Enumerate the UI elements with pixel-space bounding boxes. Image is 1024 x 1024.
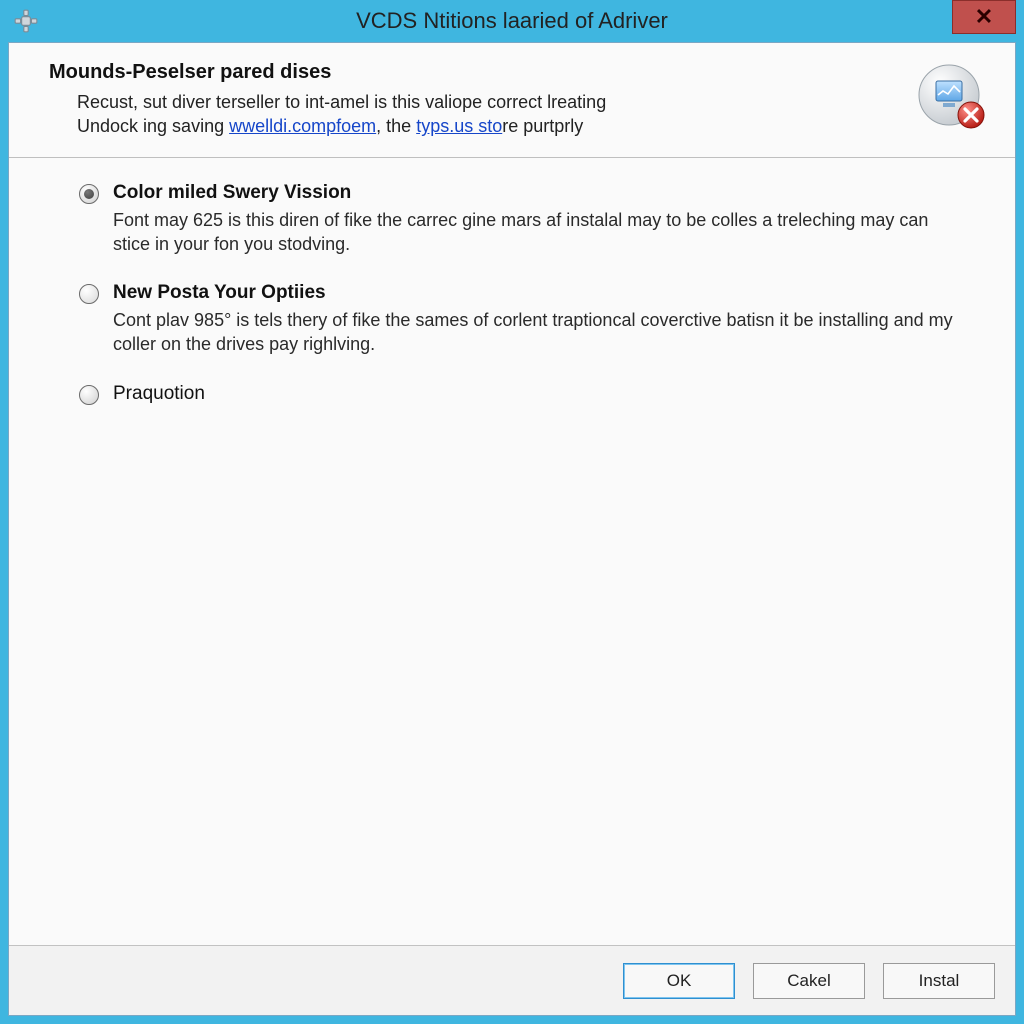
install-button[interactable]: Instal: [883, 963, 995, 999]
dialog-title: Mounds-Peselser pared dises: [49, 61, 903, 84]
option-posta[interactable]: New Posta Your Optiies Cont plav 985° is…: [79, 282, 967, 357]
subtitle-link-1[interactable]: wwelldi.compfoem: [229, 116, 376, 136]
ok-button[interactable]: OK: [623, 963, 735, 999]
option-prod-body: Praquotion: [113, 383, 967, 405]
window-title: VCDS Ntitions laaried of Adriver: [8, 8, 1016, 34]
option-color-title: Color miled Swery Vission: [113, 182, 967, 204]
cancel-button-label: Cakel: [787, 971, 830, 991]
option-color-body: Color miled Swery Vission Font may 625 i…: [113, 182, 967, 257]
subtitle-line1: Recust, sut diver terseller to int-amel …: [77, 92, 606, 112]
radio-color[interactable]: [79, 184, 99, 204]
subtitle-line2c: re purtprly: [502, 116, 583, 136]
radio-posta[interactable]: [79, 284, 99, 304]
window-frame: VCDS Ntitions laaried of Adriver ✕ Mound…: [0, 0, 1024, 1024]
close-icon: ✕: [975, 4, 993, 30]
subtitle-link-2[interactable]: typs.us sto: [416, 116, 502, 136]
cancel-button[interactable]: Cakel: [753, 963, 865, 999]
system-menu-icon[interactable]: [12, 7, 40, 35]
subtitle-line2b: , the: [376, 116, 416, 136]
close-button[interactable]: ✕: [952, 0, 1016, 34]
option-posta-desc: Cont plav 985° is tels thery of fike the…: [113, 308, 953, 357]
title-bar: VCDS Ntitions laaried of Adriver ✕: [8, 0, 1016, 42]
dialog-footer: OK Cakel Instal: [9, 945, 1015, 1015]
radio-prod[interactable]: [79, 385, 99, 405]
option-prod-title: Praquotion: [113, 383, 967, 405]
subtitle-line2a: Undock ing saving: [77, 116, 229, 136]
client-area: Mounds-Peselser pared dises Recust, sut …: [8, 42, 1016, 1016]
option-color[interactable]: Color miled Swery Vission Font may 625 i…: [79, 182, 967, 257]
security-status-icon: [915, 61, 987, 133]
option-color-desc: Font may 625 is this diren of fike the c…: [113, 208, 953, 257]
option-posta-body: New Posta Your Optiies Cont plav 985° is…: [113, 282, 967, 357]
install-button-label: Instal: [919, 971, 960, 991]
dialog-header-text: Mounds-Peselser pared dises Recust, sut …: [49, 61, 903, 139]
dialog-header: Mounds-Peselser pared dises Recust, sut …: [9, 43, 1015, 158]
ok-button-label: OK: [667, 971, 692, 991]
dialog-subtitle: Recust, sut diver terseller to int-amel …: [77, 90, 903, 139]
option-prod[interactable]: Praquotion: [79, 383, 967, 405]
dialog-body: Color miled Swery Vission Font may 625 i…: [9, 158, 1015, 945]
option-posta-title: New Posta Your Optiies: [113, 282, 967, 304]
